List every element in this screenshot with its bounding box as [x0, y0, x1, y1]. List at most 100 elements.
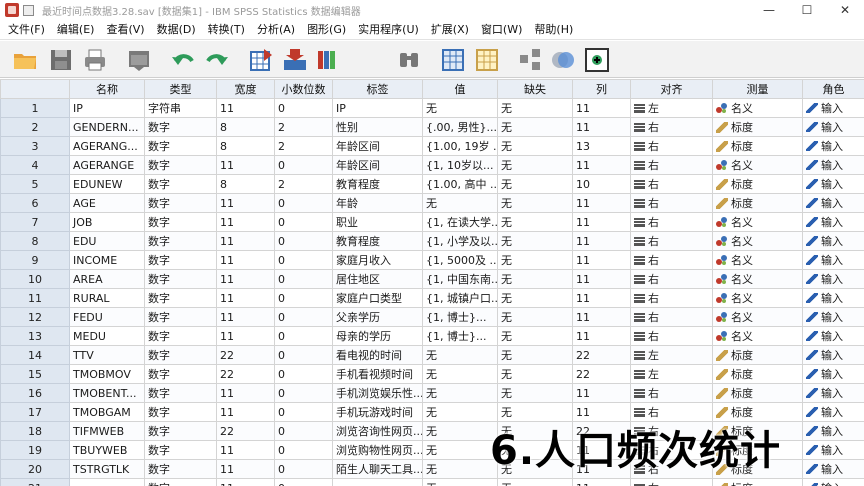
cell-width[interactable]: 22: [216, 345, 275, 365]
cell-width[interactable]: 11: [216, 269, 275, 289]
cell-missing[interactable]: 无: [497, 307, 573, 327]
goto-case-icon[interactable]: [248, 47, 274, 73]
cell-values[interactable]: 无: [422, 383, 498, 403]
cell-columns[interactable]: 22: [572, 364, 631, 384]
cell-label[interactable]: IP: [332, 98, 423, 118]
cell-decimals[interactable]: 2: [274, 136, 333, 156]
cell-label[interactable]: 看电视的时间: [332, 345, 423, 365]
menu-data[interactable]: 数据(D): [151, 20, 202, 40]
cell-columns[interactable]: 22: [572, 345, 631, 365]
cell-width[interactable]: 11: [216, 193, 275, 213]
open-folder-icon[interactable]: [12, 47, 38, 73]
cell-type[interactable]: 数字: [144, 269, 217, 289]
cell-width[interactable]: 11: [216, 288, 275, 308]
cell-decimals[interactable]: 0: [274, 402, 333, 422]
cell-name[interactable]: IP: [69, 98, 145, 118]
cell-width[interactable]: 11: [216, 307, 275, 327]
cell-missing[interactable]: 无: [497, 231, 573, 251]
table-row[interactable]: 9 INCOME 数字 11 0 家庭月收入 {1, 5000及 ... 无 11 右名义 输入: [0, 250, 864, 270]
cell-align[interactable]: 右: [630, 478, 713, 486]
cell-values[interactable]: {1, 在读大学...: [422, 212, 498, 232]
cell-missing[interactable]: 无: [497, 250, 573, 270]
cell-measure[interactable]: 名义: [712, 288, 803, 308]
table-row[interactable]: 12 FEDU 数字 11 0 父亲学历 {1, 博士}... 无 11 右名义 输入: [0, 307, 864, 327]
cell-align[interactable]: 右: [630, 193, 713, 213]
cell-role[interactable]: 输入: [802, 459, 864, 479]
cell-name[interactable]: TBUYWEB: [69, 440, 145, 460]
cell-values[interactable]: 无: [422, 345, 498, 365]
cell-measure[interactable]: 名义: [712, 155, 803, 175]
cell-align[interactable]: 右: [630, 307, 713, 327]
cell-width[interactable]: 22: [216, 421, 275, 441]
column-header-name[interactable]: 名称: [69, 79, 145, 99]
cell-name[interactable]: JOB: [69, 212, 145, 232]
cell-decimals[interactable]: 0: [274, 307, 333, 327]
cell-role[interactable]: 输入: [802, 231, 864, 251]
cell-missing[interactable]: 无: [497, 364, 573, 384]
cell-decimals[interactable]: 0: [274, 98, 333, 118]
table-row[interactable]: 10 AREA 数字 11 0 居住地区 {1, 中国东南... 无 11 右名义 输入: [0, 269, 864, 289]
cell-columns[interactable]: 11: [572, 269, 631, 289]
row-number[interactable]: 13: [0, 326, 70, 346]
cell-name[interactable]: TIFMWEB: [69, 421, 145, 441]
cell-align[interactable]: 右: [630, 155, 713, 175]
cell-measure[interactable]: 名义: [712, 212, 803, 232]
cell-decimals[interactable]: 0: [274, 364, 333, 384]
cell-values[interactable]: 无: [422, 459, 498, 479]
cell-name[interactable]: AGE: [69, 193, 145, 213]
cell-measure[interactable]: 标度: [712, 174, 803, 194]
cell-align[interactable]: 右: [630, 383, 713, 403]
cell-measure[interactable]: 名义: [712, 231, 803, 251]
use-sets-icon[interactable]: [584, 47, 610, 73]
cell-label[interactable]: 教育程度: [332, 231, 423, 251]
row-number[interactable]: 3: [0, 136, 70, 156]
cell-decimals[interactable]: 0: [274, 478, 333, 486]
cell-role[interactable]: 输入: [802, 288, 864, 308]
cell-width[interactable]: 11: [216, 250, 275, 270]
cell-values[interactable]: {1, 博士}...: [422, 326, 498, 346]
cell-measure[interactable]: 标度: [712, 193, 803, 213]
menu-window[interactable]: 窗口(W): [475, 20, 528, 40]
cell-role[interactable]: 输入: [802, 193, 864, 213]
table-row[interactable]: 11 RURAL 数字 11 0 家庭户口类型 {1, 城镇户口... 无 11 右名义 输入: [0, 288, 864, 308]
table-row[interactable]: 21数字110无无11右标度输入: [0, 478, 864, 486]
cell-decimals[interactable]: 0: [274, 421, 333, 441]
cell-measure[interactable]: 标度: [712, 364, 803, 384]
cell-values[interactable]: {1, 博士}...: [422, 307, 498, 327]
insert-variable-icon[interactable]: [474, 47, 500, 73]
cell-align[interactable]: 左: [630, 364, 713, 384]
row-number[interactable]: 21: [0, 478, 70, 486]
row-number[interactable]: 5: [0, 174, 70, 194]
cell-role[interactable]: 输入: [802, 364, 864, 384]
cell-width[interactable]: 8: [216, 174, 275, 194]
cell-measure[interactable]: 名义: [712, 269, 803, 289]
cell-name[interactable]: RURAL: [69, 288, 145, 308]
table-row[interactable]: 14 TTV 数字 22 0 看电视的时间无无 22 左标度 输入: [0, 345, 864, 365]
cell-columns[interactable]: 13: [572, 136, 631, 156]
cell-values[interactable]: {1, 中国东南...: [422, 269, 498, 289]
column-header-measure[interactable]: 测量: [712, 79, 803, 99]
cell-name[interactable]: GENDERN...: [69, 117, 145, 137]
cell-columns[interactable]: 11: [572, 383, 631, 403]
cell-label[interactable]: 陌生人聊天工具...: [332, 459, 423, 479]
cell-role[interactable]: 输入: [802, 402, 864, 422]
dialog-recall-icon[interactable]: [126, 47, 152, 73]
column-header-columns[interactable]: 列: [572, 79, 631, 99]
cell-missing[interactable]: 无: [497, 478, 573, 486]
cell-decimals[interactable]: 0: [274, 288, 333, 308]
column-header-label[interactable]: 标签: [332, 79, 423, 99]
cell-decimals[interactable]: 0: [274, 193, 333, 213]
cell-name[interactable]: INCOME: [69, 250, 145, 270]
cell-type[interactable]: 数字: [144, 440, 217, 460]
cell-values[interactable]: 无: [422, 478, 498, 486]
cell-role[interactable]: 输入: [802, 117, 864, 137]
redo-icon[interactable]: [204, 47, 230, 73]
print-icon[interactable]: [82, 47, 108, 73]
row-number[interactable]: 20: [0, 459, 70, 479]
cell-width[interactable]: 8: [216, 136, 275, 156]
undo-icon[interactable]: [170, 47, 196, 73]
goto-variable-icon[interactable]: [282, 47, 308, 73]
cell-type[interactable]: 数字: [144, 326, 217, 346]
cell-label[interactable]: 职业: [332, 212, 423, 232]
cell-align[interactable]: 右: [630, 136, 713, 156]
